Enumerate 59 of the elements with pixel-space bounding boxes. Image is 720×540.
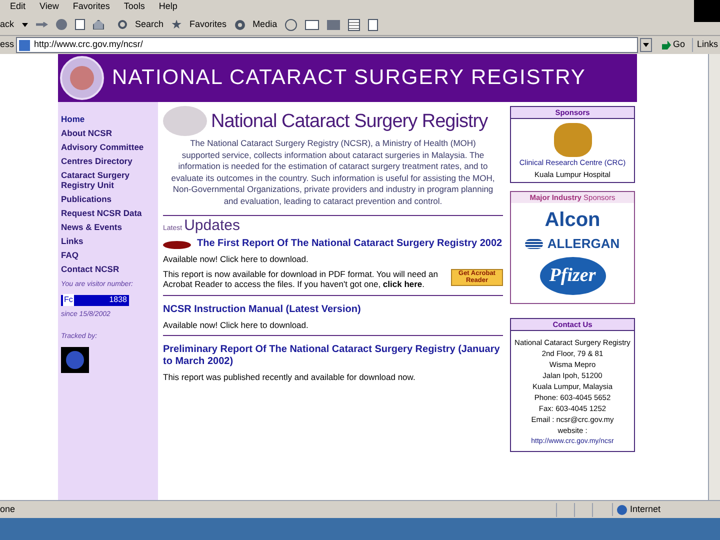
update-text: This report is now available for download in PDF format. You will need an Acrobat Reader to access the files. If you haven't got one, click here. xyxy=(163,268,439,290)
go-button[interactable]: Go xyxy=(673,38,686,52)
nav-link[interactable]: Publications xyxy=(61,194,155,204)
nav-link[interactable]: News & Events xyxy=(61,222,155,232)
update-title-link[interactable]: Preliminary Report Of The National Cataract Surgery Registry (January to March 2002) xyxy=(163,344,503,368)
update-text: Available now! Click here to download. xyxy=(163,254,310,264)
nav-link[interactable]: Contact NCSR xyxy=(61,264,155,274)
update-title-link[interactable]: The First Report Of The National Cataract Surgery Registry 2002 xyxy=(197,238,502,250)
history-icon[interactable] xyxy=(285,18,298,30)
nav-link[interactable]: Cataract Surgery Registry Unit xyxy=(61,170,155,190)
nav-link[interactable]: Links xyxy=(61,236,155,246)
menu-item[interactable]: View xyxy=(40,0,59,14)
back-button[interactable]: ack xyxy=(0,18,14,32)
nav-link[interactable]: Home xyxy=(61,114,155,124)
nav-link[interactable]: About NCSR xyxy=(61,128,155,138)
refresh-icon[interactable] xyxy=(75,19,86,30)
update-text: This report was published recently and available for download now. xyxy=(163,372,416,382)
updates-heading: Updates xyxy=(184,218,240,234)
intro-paragraph: The National Cataract Surgery Registry (NCSR), a Ministry of Health (MOH) supported service, collects information about cataract surgeries in Malaysia. The information is needed for the estimation of cataract surgery treatment rates, and to evaluate its outcomes in the country. Such information is useful for assisting the MOH, Non-Governmental Organizations, private providers and industry in program planning and evaluation, leading to cataract prevention and control. xyxy=(170,138,496,207)
page-icon xyxy=(19,40,30,50)
intro-title: National Cataract Surgery Registry xyxy=(211,110,488,134)
nav-link[interactable]: FAQ xyxy=(61,250,155,260)
update-title-link[interactable]: NCSR Instruction Manual (Latest Version) xyxy=(163,304,361,316)
media-button[interactable]: Media xyxy=(252,18,278,32)
header-title: NATIONAL CATARACT SURGERY REGISTRY xyxy=(112,65,586,92)
links-button[interactable]: Links xyxy=(692,38,720,52)
pfizer-logo: Pfizer xyxy=(540,257,606,295)
stop-icon[interactable] xyxy=(56,19,68,30)
allergan-logo: ALLERGAN xyxy=(525,237,620,250)
menu-item[interactable]: Tools xyxy=(124,0,145,14)
menu-item[interactable]: Favorites xyxy=(72,0,110,14)
dropdown-button[interactable] xyxy=(640,38,652,52)
address-field[interactable]: http://www.crc.gov.my/ncsr/ xyxy=(16,37,638,53)
nav-link[interactable]: Centres Directory xyxy=(61,156,155,166)
discuss-icon[interactable] xyxy=(368,18,378,30)
favorites-button[interactable]: Favorites xyxy=(190,18,227,32)
mail-icon[interactable] xyxy=(305,20,320,30)
print-icon[interactable] xyxy=(327,20,340,30)
menu-item[interactable]: Edit xyxy=(10,0,26,14)
tracker-logo-icon[interactable] xyxy=(61,346,89,372)
search-button[interactable]: Search xyxy=(135,18,164,32)
visitor-counter: Fc 1838 xyxy=(61,294,129,306)
edit-icon[interactable] xyxy=(348,18,360,30)
home-icon[interactable] xyxy=(93,20,104,30)
alcon-logo: Alcon xyxy=(544,210,600,230)
eye-logo-icon xyxy=(60,56,104,100)
scrollbar[interactable] xyxy=(708,54,720,500)
status-text: one xyxy=(0,502,16,516)
report-icon xyxy=(163,241,191,249)
menu-item[interactable]: Help xyxy=(158,0,178,14)
caret-icon[interactable] xyxy=(22,22,28,26)
address-label: ess xyxy=(0,38,14,52)
media-icon[interactable] xyxy=(234,20,245,30)
eye-photo-placeholder xyxy=(163,106,207,136)
internet-zone: Internet xyxy=(612,502,661,516)
search-icon[interactable] xyxy=(118,20,128,29)
nav-link[interactable]: Request NCSR Data xyxy=(61,208,155,218)
update-text: Available now! Click here to download. xyxy=(163,320,310,330)
nav-link[interactable]: Advisory Committee xyxy=(61,142,155,152)
